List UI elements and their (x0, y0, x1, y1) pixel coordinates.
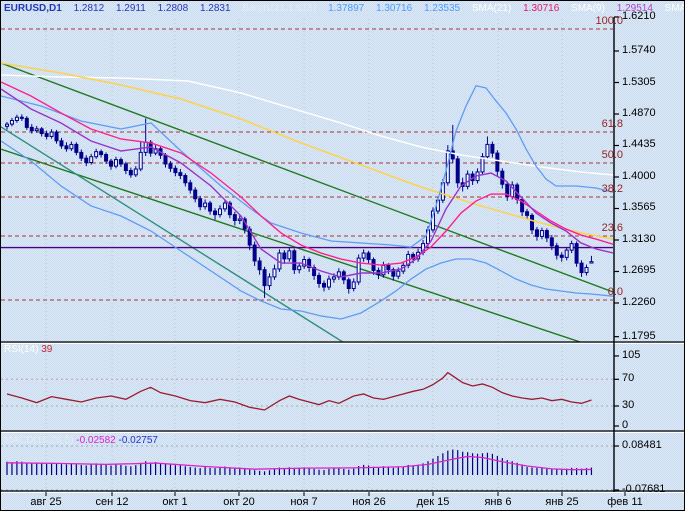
sma21-label: SMA(21) (472, 3, 511, 14)
chart-window: EURUSD,D1 1.2812 1.2911 1.2808 1.2831 Ba… (0, 0, 685, 511)
high-value: 1.2911 (116, 3, 146, 14)
main-chart-area[interactable] (1, 17, 614, 342)
sma9-label: SMA(9) (571, 3, 605, 14)
sma21-value: 1.30716 (523, 3, 559, 14)
bands-upper-value: 1.37897 (328, 3, 364, 14)
bands-middle-value: 1.30716 (376, 3, 412, 14)
open-value: 1.2812 (74, 3, 105, 14)
sma100-label: SMA(100) (665, 3, 685, 14)
price-scale[interactable] (614, 17, 685, 492)
bands-lower-value: 1.23535 (424, 3, 460, 14)
symbol-period-label: EURUSD,D1 (4, 3, 62, 14)
close-value: 1.2831 (200, 3, 231, 14)
rsi-panel-area[interactable] (1, 343, 614, 431)
macd-panel-area[interactable] (1, 433, 614, 491)
chart-info-bar: EURUSD,D1 1.2812 1.2911 1.2808 1.2831 Ba… (4, 3, 685, 14)
sma9-value: 1.29514 (617, 3, 653, 14)
time-axis[interactable] (1, 492, 685, 511)
bands-indicator-label: Bands(21,1.618) (242, 3, 316, 14)
low-value: 1.2808 (158, 3, 189, 14)
